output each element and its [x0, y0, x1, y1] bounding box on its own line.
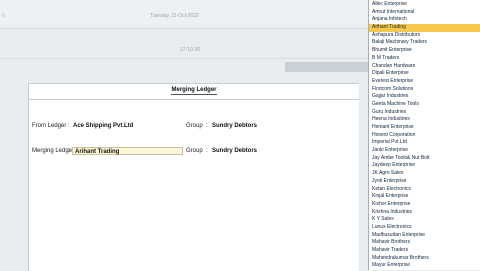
background-button-strip: [285, 62, 368, 72]
dialog-divider: [29, 99, 359, 100]
ledger-list-item[interactable]: Allec Enterprise: [369, 1, 480, 9]
colon: :: [206, 148, 208, 154]
group-value: Sundry Debtors: [212, 148, 258, 154]
ledger-list-panel: Allec Enterprise Amrut International Anjan…: [368, 0, 480, 270]
ledger-list-item[interactable]: Kishor Enterprise: [369, 201, 480, 209]
divider: [0, 58, 368, 59]
group-value: Sundry Debtors: [212, 123, 258, 129]
ledger-list-item[interactable]: Jay Ambe Tools& Nut Bolt: [369, 155, 480, 163]
ledger-list-item[interactable]: Janki Enterprise: [369, 147, 480, 155]
background-mark: 0: [2, 13, 5, 19]
group-label: Group: [186, 148, 203, 154]
ledger-list-item[interactable]: K Y Sales: [369, 216, 480, 224]
from-ledger-label: From Ledger: [32, 123, 67, 129]
ledger-list-item[interactable]: B M Traders: [369, 55, 480, 63]
ledger-list-item[interactable]: Mahendrakumar Brothers: [369, 255, 480, 263]
colon: :: [68, 123, 70, 129]
group-label: Group: [186, 123, 203, 129]
ledger-list-item[interactable]: Amrut International: [369, 9, 480, 17]
colon: :: [68, 148, 70, 154]
ledger-list-item[interactable]: Balaji Machinary Traders: [369, 39, 480, 47]
merging-ledger-input[interactable]: Arihant Trading: [72, 147, 183, 155]
ledger-list-item[interactable]: Imperial Pvt.Ltd: [369, 139, 480, 147]
ledger-list-item[interactable]: Ketan Electronics: [369, 186, 480, 194]
ledger-list-item[interactable]: Jyoti Enterprise: [369, 178, 480, 186]
ledger-list-item[interactable]: Honest Corporation: [369, 132, 480, 140]
ledger-list-item[interactable]: JK Agro Sales: [369, 170, 480, 178]
ledger-list-item[interactable]: Hemant Enterprise: [369, 124, 480, 132]
divider: [0, 28, 368, 29]
ledger-list-item[interactable]: Mayur Enterprise: [369, 262, 480, 270]
from-ledger-value: Ace Shipping Pvt.Ltd: [73, 123, 134, 129]
ledger-list-item[interactable]: Bhumit Enterprise: [369, 47, 480, 55]
ledger-list-item[interactable]: Everest Enterprise: [369, 78, 480, 86]
background-date: Tuesday, 11-Oct-2022: [150, 13, 199, 19]
ledger-list-item[interactable]: Jaydeep Enterprise: [369, 162, 480, 170]
ledger-list-item[interactable]: Mahavir Brothers: [369, 239, 480, 247]
ledger-list-item[interactable]: Firstcom Solutions: [369, 86, 480, 94]
ledger-list-item[interactable]: Lunux Electronics: [369, 224, 480, 232]
dialog-title: Merging Ledger: [29, 84, 359, 98]
ledger-list-item[interactable]: Chandan Hardware: [369, 63, 480, 71]
dialog-title-text: Merging Ledger: [171, 87, 217, 95]
ledger-list-item[interactable]: Guru Industries: [369, 109, 480, 117]
ledger-list-item[interactable]: Heena Industries: [369, 116, 480, 124]
ledger-list-item[interactable]: Krishna Industries: [369, 209, 480, 217]
merging-ledger-dialog: Merging Ledger From Ledger : Ace Shippin…: [28, 83, 359, 271]
ledger-list-item[interactable]: Arihant Trading: [369, 24, 480, 32]
ledger-list-item[interactable]: Ashapura Distributors: [369, 32, 480, 40]
colon: :: [206, 123, 208, 129]
ledger-list-item[interactable]: Geeta Machine Tools: [369, 101, 480, 109]
ledger-list-item[interactable]: Dipali Enterprise: [369, 70, 480, 78]
background-number: 17-10-20: [180, 47, 201, 53]
ledger-list-item[interactable]: Madhusudan Enterprise: [369, 232, 480, 240]
ledger-list-item[interactable]: Kinjal Enterprise: [369, 193, 480, 201]
ledger-list-item[interactable]: Anjana Infotech: [369, 16, 480, 24]
ledger-list-item[interactable]: Mahavir Traders: [369, 247, 480, 255]
ledger-list-item[interactable]: Gajjar Industries: [369, 93, 480, 101]
